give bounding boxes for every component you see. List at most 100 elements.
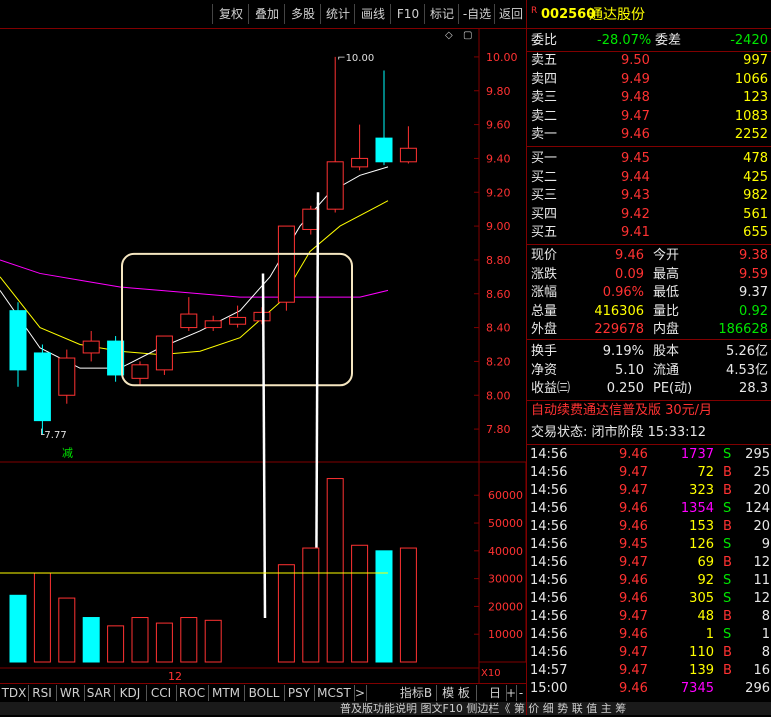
stat-value: 229678 — [594, 322, 644, 337]
indicator-tab-7[interactable]: MTM — [208, 685, 245, 701]
ask-label: 卖五 — [531, 53, 558, 68]
tick-price: 9.47 — [619, 483, 648, 498]
volume-bar — [9, 594, 27, 663]
tick-side: B — [723, 663, 732, 678]
volume-tick-label: 40000 — [488, 545, 523, 558]
indicator-tab-5[interactable]: CCI — [146, 685, 177, 701]
toolbar-button-3[interactable]: 统计 — [320, 4, 355, 24]
candle-body — [58, 357, 76, 396]
bid-volume: 478 — [743, 151, 768, 166]
volume-tick-label: 50000 — [488, 517, 523, 530]
stat-value: 5.10 — [615, 362, 644, 378]
promo-link[interactable]: 自动续费通达信普及版 30元/月 — [531, 402, 712, 420]
volume-unit: X10 — [481, 668, 501, 679]
toolbar-button-6[interactable]: 标记 — [424, 4, 459, 24]
stat-label: 内盘 — [653, 322, 680, 337]
stat-label: 涨幅 — [531, 285, 558, 300]
tick-count: 296 — [745, 681, 770, 696]
tick-price: 9.46 — [619, 501, 648, 516]
stat-value: 186628 — [718, 322, 768, 337]
tick-side: S — [723, 573, 732, 588]
stat-label: 净资 — [531, 362, 558, 378]
indicator-tab-8[interactable]: BOLL — [244, 685, 285, 701]
bid-price: 9.43 — [621, 188, 650, 203]
toolbar-button-4[interactable]: 画线 — [354, 4, 391, 24]
stat2-row: 换手 9.19% 股本 5.26亿 — [527, 343, 771, 361]
stat-label: 量比 — [653, 303, 680, 319]
stat-value: 28.3 — [739, 381, 768, 396]
bid-volume: 982 — [743, 188, 768, 203]
stat-value: 9.46 — [615, 248, 644, 263]
toolbar-button-1[interactable]: 叠加 — [248, 4, 285, 24]
stat-value: 9.59 — [739, 266, 768, 282]
candle-body — [131, 364, 149, 379]
indicator-tab-3[interactable]: SAR — [84, 685, 115, 701]
tick-volume: 153 — [689, 519, 714, 534]
candle-body — [204, 320, 222, 329]
tick-row: 14:56 9.47 323 B 20 — [527, 482, 771, 500]
tick-time: 14:56 — [530, 447, 568, 462]
indicator-tab-12[interactable]: 指标B — [396, 685, 437, 701]
indicator-tab-13[interactable]: 模 板 — [436, 685, 477, 701]
tick-price: 9.47 — [619, 645, 648, 660]
volume-bar — [204, 619, 222, 663]
indicator-tab-11[interactable]: > — [354, 685, 367, 701]
indicator-tab-9[interactable]: PSY — [284, 685, 315, 701]
indicator-tab-6[interactable]: ROC — [176, 685, 209, 701]
volume-bar — [277, 564, 295, 663]
tick-row: 14:56 9.45 126 S 9 — [527, 536, 771, 554]
ma10-line — [0, 200, 389, 356]
quote-header: R 002560 通达股份 — [527, 6, 771, 24]
toolbar-button-5[interactable]: F10 — [390, 4, 425, 24]
ask-volume: 1066 — [734, 71, 768, 87]
ask-price: 9.49 — [621, 71, 650, 87]
stat-value: 9.37 — [739, 285, 768, 300]
candle-body — [82, 340, 100, 354]
tick-time: 14:56 — [530, 555, 568, 570]
volume-bar — [399, 547, 417, 663]
stat-value: 9.19% — [602, 344, 644, 359]
ask-price: 9.46 — [621, 127, 650, 142]
price-tick-label: 9.40 — [486, 152, 511, 165]
candle-body — [9, 310, 27, 371]
tick-row: 14:57 9.47 139 B 16 — [527, 662, 771, 680]
low-marker: └7.77 — [38, 428, 66, 441]
volume-tick-label: 20000 — [488, 600, 523, 613]
indicator-tab-0[interactable]: TDX — [0, 685, 29, 701]
indicator-tab-2[interactable]: WR — [56, 685, 85, 701]
toolbar-button-8[interactable]: 返回 — [494, 4, 527, 24]
tick-volume: 1737 — [680, 447, 714, 462]
candle-body — [302, 208, 320, 230]
tick-price: 9.47 — [619, 555, 648, 570]
indicator-tab-14[interactable]: 日线 — [484, 685, 507, 716]
tick-price: 9.46 — [619, 573, 648, 588]
volume-bar — [180, 617, 198, 663]
tick-volume: 72 — [697, 465, 714, 480]
tick-row: 14:56 9.47 48 B 8 — [527, 608, 771, 626]
toolbar-button-2[interactable]: 多股 — [284, 4, 321, 24]
indicator-tabs: TDX RSI WR SAR KDJ CCI ROC MTM BOLL PSY MCST > 指标B 模 … — [0, 683, 527, 716]
tick-row: 14:56 9.46 305 S 12 — [527, 590, 771, 608]
promo-row[interactable]: 自动续费通达信普及版 30元/月 — [527, 402, 771, 420]
ask-row: 卖五 9.50 997 — [527, 52, 771, 70]
tick-row: 15:00 9.46 7345 296 — [527, 680, 771, 698]
price-tick-label: 9.80 — [486, 85, 511, 98]
ask-row: 卖三 9.48 123 — [527, 89, 771, 107]
trade-status-row: 交易状态: 闭市阶段 15:33:12 — [527, 424, 771, 442]
stat2-row: 净资 5.10 流通 4.53亿 — [527, 362, 771, 380]
stat2-row: 收益㈢ 0.250 PE(动) 28.3 — [527, 380, 771, 398]
stat-label: 总量 — [531, 303, 558, 319]
toolbar-button-7[interactable]: -自选 — [458, 4, 495, 24]
bid-price: 9.44 — [621, 169, 650, 185]
price-tick-label: 8.40 — [486, 322, 511, 335]
tick-time: 14:56 — [530, 609, 568, 624]
ask-label: 卖三 — [531, 90, 558, 105]
indicator-tab-10[interactable]: MCST — [314, 685, 355, 701]
kline-chart[interactable]: 10.00 9.80 9.60 9.40 9.20 9.00 8.80 8.60 8.40 8.2… — [0, 28, 526, 683]
indicator-tab-4[interactable]: KDJ — [114, 685, 147, 701]
tick-price: 9.46 — [619, 681, 648, 696]
toolbar-button-0[interactable]: 复权 — [212, 4, 249, 24]
indicator-tab-1[interactable]: RSI — [28, 685, 57, 701]
stat-row: 现价 9.46 今开 9.38 — [527, 247, 771, 265]
price-tick-label: 8.60 — [486, 288, 511, 301]
